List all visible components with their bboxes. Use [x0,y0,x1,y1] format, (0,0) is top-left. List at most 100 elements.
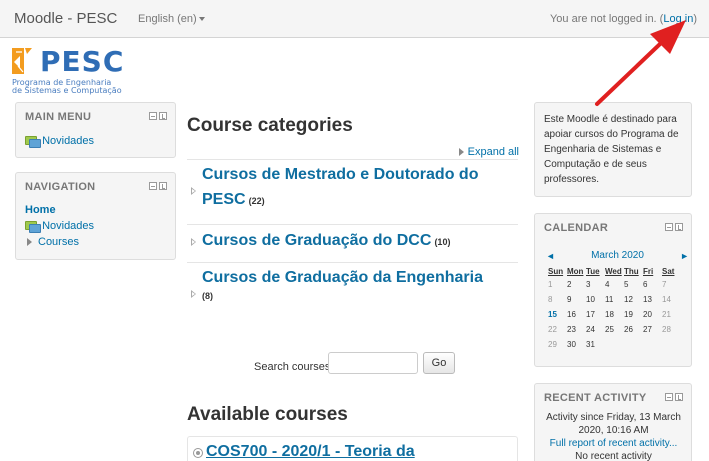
expand-category-icon[interactable] [191,290,197,298]
calendar-day[interactable]: 1 [548,277,567,292]
main-menu-title: MAIN MENU [25,111,92,123]
nav-item-courses[interactable]: Courses [27,236,79,248]
full-report-link[interactable]: Full report of recent activity... [550,438,678,449]
calendar-day[interactable]: 9 [567,292,586,307]
category-row[interactable]: Cursos de Mestrado e Doutorado do PESC (… [187,162,518,217]
minimize-icon[interactable] [149,182,157,190]
calendar-day[interactable]: 13 [643,292,662,307]
block-controls [665,223,683,231]
dock-icon[interactable] [675,223,683,231]
logo-mark-icon [12,48,32,74]
site-logo[interactable]: PESC Programa de Engenharia de Sistemas … [12,46,162,102]
main-menu-item[interactable]: Novidades [25,135,94,148]
category-row[interactable]: Cursos de Graduação da Engenharia (8) [187,265,518,320]
logo-subtitle-line2: de Sistemas e Computação [12,86,122,95]
nav-novidades-link[interactable]: Novidades [42,220,94,232]
calendar-day[interactable]: 10 [586,292,605,307]
calendar-day[interactable]: 22 [548,322,567,337]
block-controls [665,393,683,401]
calendar-weekday: Thu [624,267,639,276]
calendar-day[interactable]: 25 [605,322,624,337]
category-divider [187,262,518,263]
calendar-month[interactable]: March 2020 [544,250,691,261]
course-icon [193,448,203,458]
calendar-day[interactable]: 23 [567,322,586,337]
calendar-day[interactable]: 29 [548,337,567,352]
course-title-link[interactable]: COS700 - 2020/1 - Teoria da [206,443,415,461]
calendar-day[interactable]: 4 [605,277,624,292]
language-label: English (en) [138,13,197,25]
category-count: (10) [434,237,451,247]
calendar-next-icon[interactable]: ► [680,251,689,261]
minimize-icon[interactable] [149,112,157,120]
calendar-weekday: Tue [586,267,600,276]
course-box: COS700 - 2020/1 - Teoria da [187,436,518,461]
calendar-nav: ◄ March 2020 ► [544,250,691,264]
navbar: Moodle - PESC English (en) You are not l… [0,0,709,38]
calendar-day[interactable]: 30 [567,337,586,352]
calendar-day[interactable]: 28 [662,322,681,337]
calendar-day[interactable]: 27 [643,322,662,337]
category-link-cont[interactable]: PESC [202,191,246,208]
calendar-day[interactable]: 14 [662,292,681,307]
dock-icon[interactable] [159,112,167,120]
block-controls [149,182,167,190]
calendar-day[interactable]: 15 [548,307,567,322]
expand-category-icon[interactable] [191,238,197,246]
category-link[interactable]: Cursos de Graduação da Engenharia [202,269,483,286]
main-menu-block: MAIN MENU Novidades [15,102,176,158]
calendar-day[interactable]: 24 [586,322,605,337]
calendar-day[interactable]: 20 [643,307,662,322]
calendar-day[interactable]: 11 [605,292,624,307]
calendar-day[interactable]: 8 [548,292,567,307]
calendar-day[interactable]: 5 [624,277,643,292]
expand-category-icon[interactable] [191,187,197,195]
login-link[interactable]: Log in [663,13,693,25]
navigation-block: NAVIGATION Home Novidades Courses [15,172,176,260]
search-go-button[interactable]: Go [423,352,455,374]
calendar-day[interactable]: 26 [624,322,643,337]
calendar-day [624,337,643,352]
nav-home-link[interactable]: Home [25,204,56,216]
calendar-weekday: Fri [643,267,654,276]
calendar-day[interactable]: 2 [567,277,586,292]
expand-all-link[interactable]: Expand all [458,146,519,158]
language-menu[interactable]: English (en) [138,13,205,25]
site-brand[interactable]: Moodle - PESC [14,10,117,27]
calendar-day[interactable]: 12 [624,292,643,307]
course-categories-heading: Course categories [187,115,353,136]
dock-icon[interactable] [675,393,683,401]
calendar-day[interactable]: 21 [662,307,681,322]
calendar-day[interactable]: 16 [567,307,586,322]
main-menu-novidades-link[interactable]: Novidades [42,135,94,147]
category-count: (22) [248,196,265,206]
category-link[interactable]: Cursos de Graduação do DCC [202,232,431,249]
calendar-day[interactable]: 7 [662,277,681,292]
calendar-day[interactable]: 3 [586,277,605,292]
calendar-day [662,337,681,352]
info-block: Este Moodle é destinado para apoiar curs… [534,102,692,197]
calendar-day[interactable]: 6 [643,277,662,292]
nav-courses-link[interactable]: Courses [38,236,79,248]
category-count: (8) [202,291,213,301]
navigation-title: NAVIGATION [25,181,96,193]
login-suffix: ) [693,13,697,25]
nav-item-novidades[interactable]: Novidades [25,220,94,233]
calendar-weekday: Wed [605,267,622,276]
category-divider [187,159,518,160]
calendar-day[interactable]: 19 [624,307,643,322]
minimize-icon[interactable] [665,223,673,231]
dock-icon[interactable] [159,182,167,190]
search-courses-input[interactable] [328,352,418,374]
activity-since-line1: Activity since Friday, 13 March [546,412,681,423]
search-courses-label: Search courses: [254,361,334,373]
calendar-day[interactable]: 31 [586,337,605,352]
minimize-icon[interactable] [665,393,673,401]
category-link[interactable]: Cursos de Mestrado e Doutorado do [202,166,478,183]
calendar-day[interactable]: 17 [586,307,605,322]
calendar-day [643,337,662,352]
forum-icon [25,220,41,233]
no-activity-text: No recent activity [575,451,652,461]
category-row[interactable]: Cursos de Graduação do DCC (10) [187,228,518,258]
calendar-day[interactable]: 18 [605,307,624,322]
